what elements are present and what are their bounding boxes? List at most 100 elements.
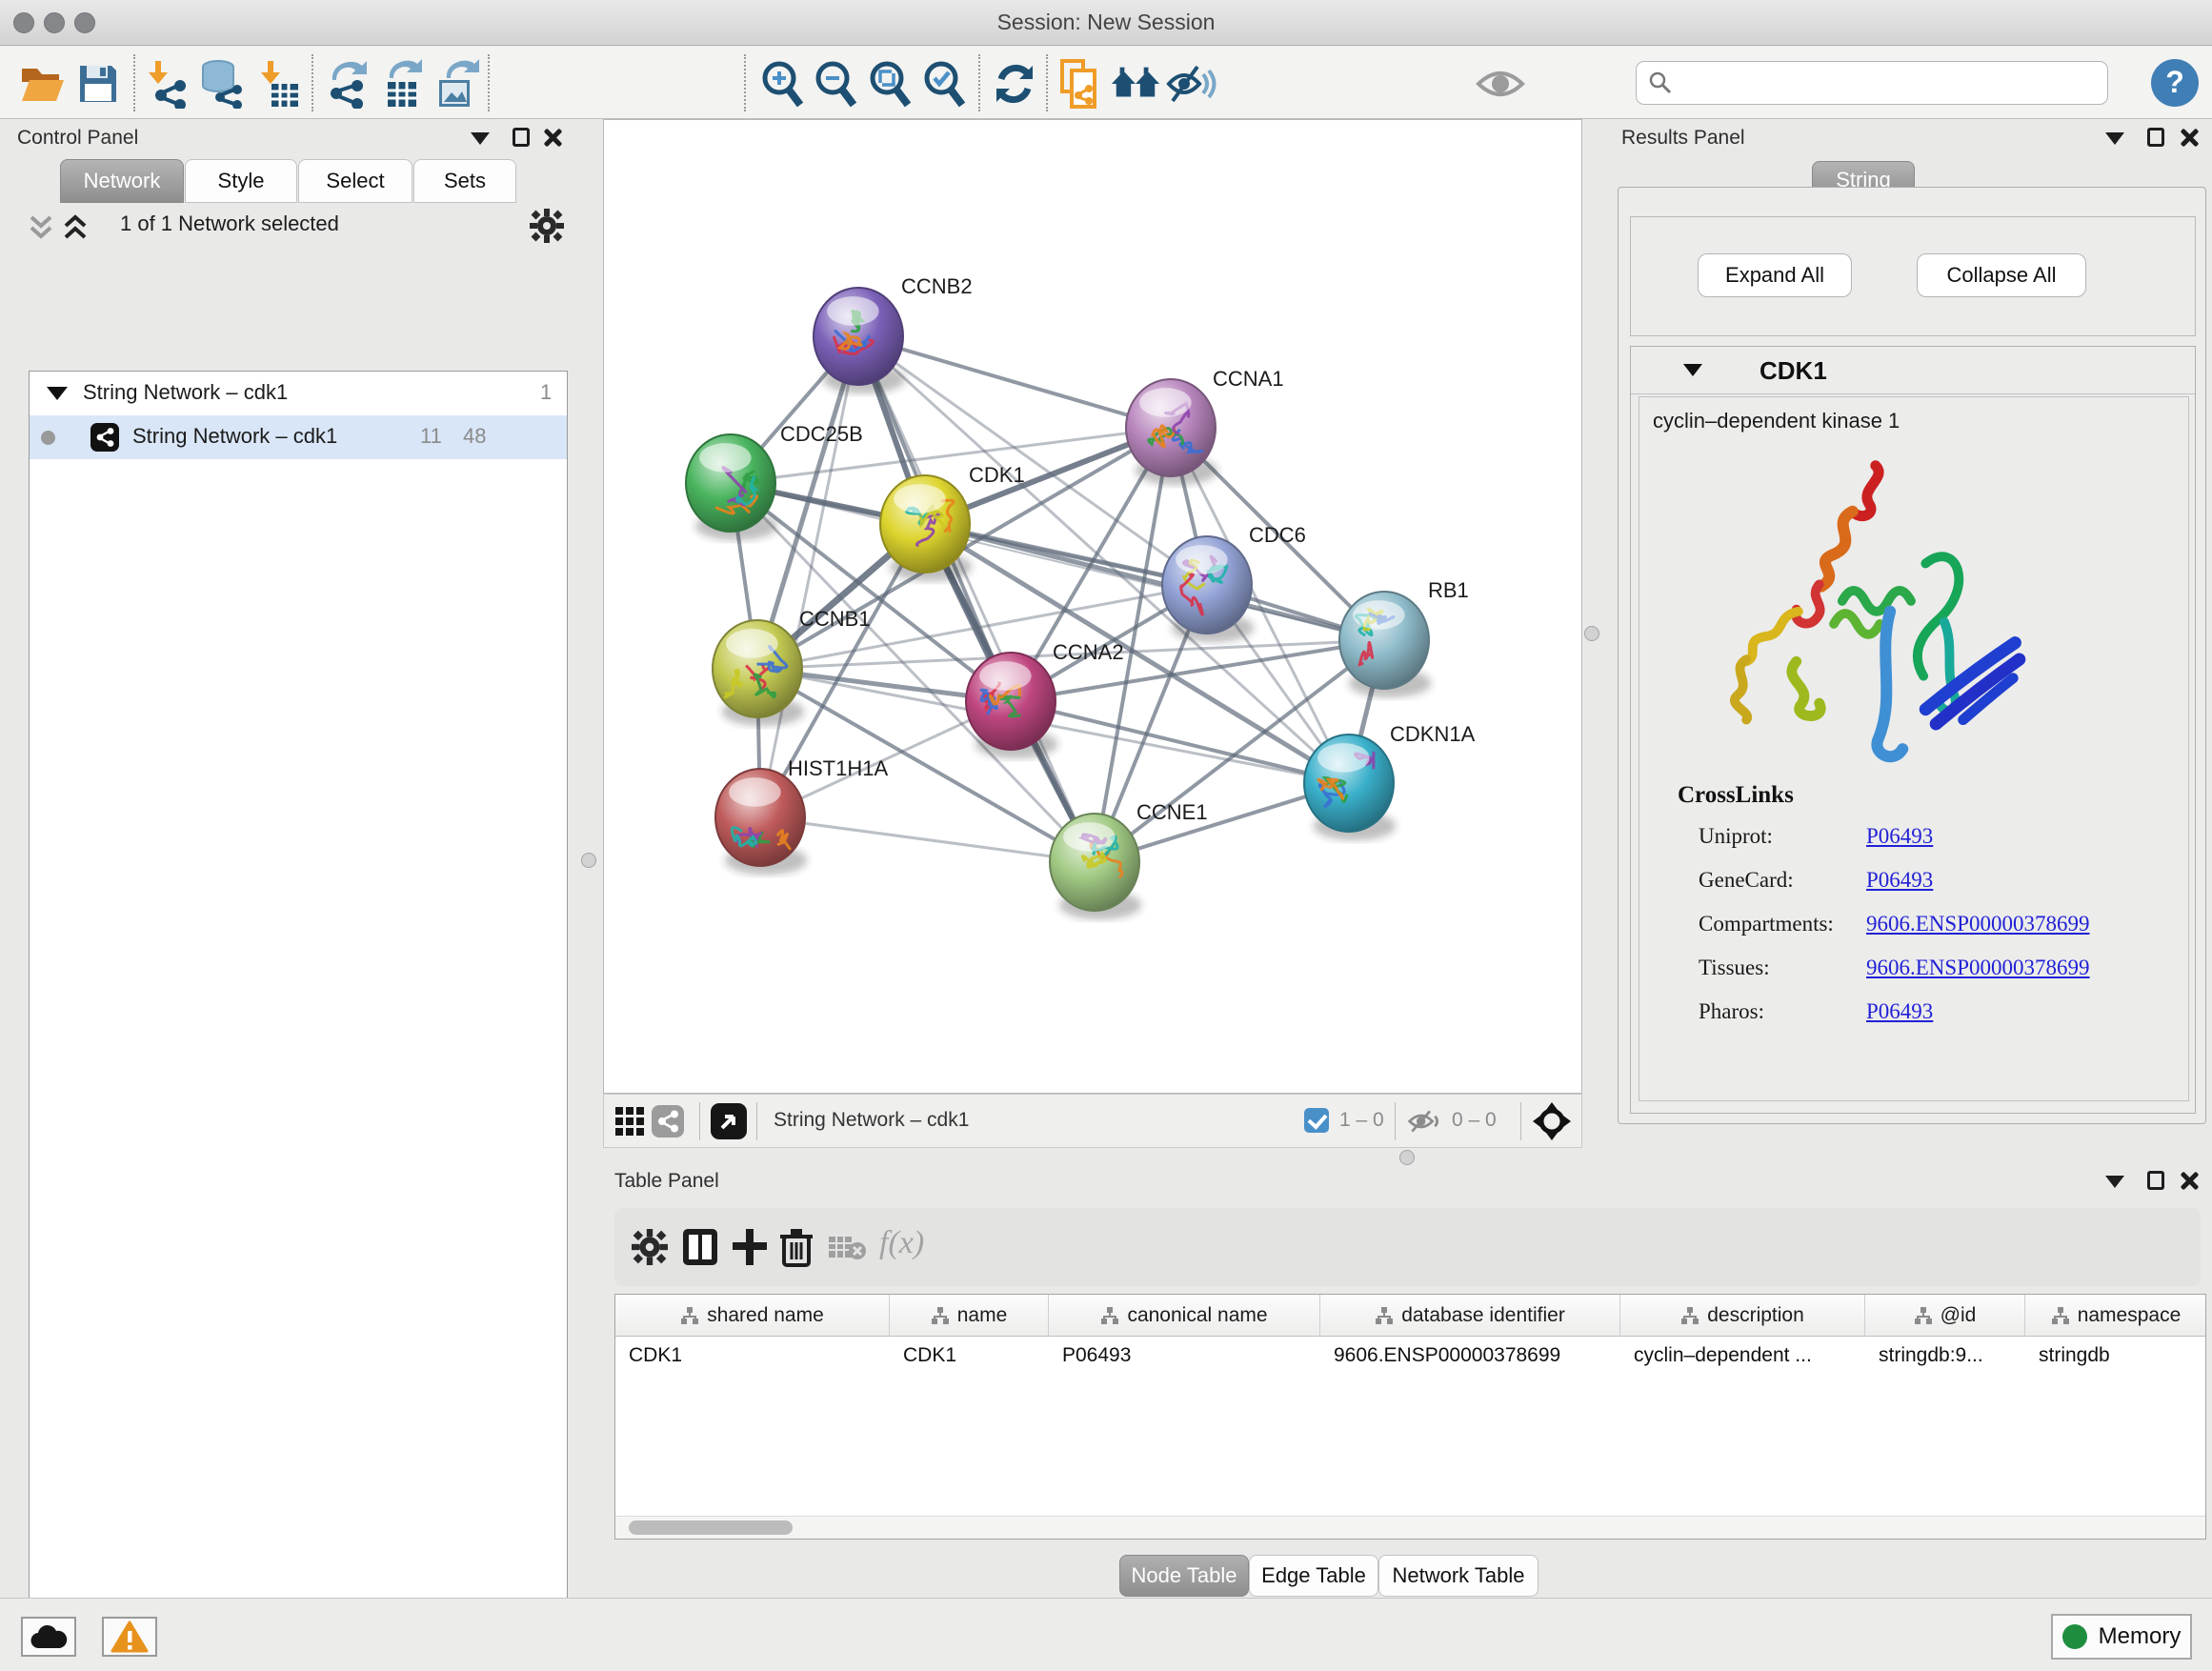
left-splitter-handle[interactable] [581,853,596,868]
zoom-in-icon[interactable] [757,58,809,110]
network-node-CCNA2[interactable] [966,653,1057,758]
crosslink-link[interactable]: 9606.ENSP00000378699 [1866,912,2090,936]
right-splitter-handle[interactable] [1584,626,1599,641]
crosslink-link[interactable]: P06493 [1866,824,1933,849]
float-panel-icon[interactable] [2105,1176,2124,1188]
add-column-icon[interactable] [731,1227,769,1267]
network-canvas[interactable]: CCNB2CCNA1CDC25BCDK1CDC6RB1CCNB1CCNA2CDK… [603,119,1582,1094]
tab-sets[interactable]: Sets [413,159,516,203]
table-cell[interactable]: 9606.ENSP00000378699 [1320,1338,1620,1378]
network-node-CDK1[interactable] [880,475,972,581]
grid-view-icon[interactable] [615,1107,644,1136]
collapse-all-icon[interactable] [29,213,53,242]
network-tree-row[interactable]: String Network – cdk1 11 48 [30,415,567,459]
select-columns-icon[interactable] [681,1227,719,1267]
table-cell[interactable]: cyclin–dependent ... [1620,1338,1865,1378]
search-input[interactable] [1636,61,2108,105]
column-header-shared-name[interactable]: shared name [615,1295,890,1337]
zoom-selected-icon[interactable] [919,58,971,110]
horizontal-splitter-handle[interactable] [1399,1150,1415,1165]
network-tree-root-row[interactable]: String Network – cdk1 1 [30,372,567,415]
network-view-icon[interactable] [652,1105,684,1137]
tab-network[interactable]: Network [60,159,184,203]
column-header-name[interactable]: name [890,1295,1049,1337]
close-panel-icon[interactable] [2180,1171,2199,1190]
zoom-out-icon[interactable] [811,58,862,110]
export-image-icon[interactable] [432,58,484,110]
results-buttons-box: Expand All Collapse All [1630,216,2196,336]
undock-panel-icon[interactable] [513,128,530,147]
float-panel-icon[interactable] [2105,132,2124,145]
network-node-CCNB1[interactable] [713,620,804,726]
node-gloss [979,661,1032,691]
help-button[interactable]: ? [2151,59,2199,107]
zoom-fit-icon[interactable] [865,58,916,110]
expand-all-button[interactable]: Expand All [1698,253,1852,297]
results-panel-title: Results Panel [1621,127,1745,150]
collapse-all-button[interactable]: Collapse All [1917,253,2086,297]
network-node-CCNA1[interactable] [1126,379,1217,485]
delete-column-trash-icon[interactable] [778,1227,814,1267]
home-networks-icon[interactable] [1110,58,1161,110]
table-cell[interactable]: P06493 [1049,1338,1320,1378]
table-cell[interactable]: CDK1 [890,1338,1049,1378]
gear-icon[interactable] [632,1229,668,1265]
table-horizontal-scrollbar[interactable] [615,1516,2205,1539]
network-node-CCNE1[interactable] [1050,814,1141,919]
network-edge [760,817,1095,862]
selected-nodes-checkbox[interactable] [1304,1108,1329,1133]
scrollbar-thumb[interactable] [629,1520,793,1535]
show-hide-graphics-icon[interactable] [1165,58,1217,110]
tree-expander-icon[interactable] [47,387,68,400]
network-node-CCNB2[interactable] [814,288,905,393]
copy-style-icon[interactable] [1056,58,1107,110]
crosslink-link[interactable]: 9606.ENSP00000378699 [1866,956,2090,980]
column-header-database-identifier[interactable]: database identifier [1320,1295,1620,1337]
crosslink-link[interactable]: P06493 [1866,868,1933,893]
column-header-canonical-name[interactable]: canonical name [1049,1295,1320,1337]
tab-style[interactable]: Style [185,159,297,203]
float-panel-icon[interactable] [471,132,490,145]
crosslink-link[interactable]: P06493 [1866,999,1933,1024]
gene-entry-header[interactable]: CDK1 [1631,347,2195,394]
refresh-view-icon[interactable] [989,58,1040,110]
memory-button[interactable]: Memory [2051,1614,2192,1660]
close-panel-icon[interactable] [2180,128,2199,147]
birds-eye-view-icon[interactable] [711,1103,747,1139]
node-table[interactable]: shared namenamecanonical namedatabase id… [614,1294,2206,1540]
open-session-icon[interactable] [17,58,69,110]
network-node-CDKN1A[interactable] [1304,735,1396,840]
import-table-file-icon[interactable] [251,58,303,110]
import-network-file-icon[interactable] [139,58,191,110]
network-node-HIST1H1A[interactable] [715,769,807,875]
tab-node-table[interactable]: Node Table [1119,1555,1249,1597]
column-header-namespace[interactable]: namespace [2025,1295,2206,1337]
column-header-description[interactable]: description [1620,1295,1865,1337]
table-cell[interactable]: stringdb:9... [1865,1338,2025,1378]
export-table-icon[interactable] [379,58,431,110]
table-cell[interactable]: CDK1 [615,1338,890,1378]
network-node-CDC6[interactable] [1162,536,1254,642]
export-network-icon[interactable] [322,58,373,110]
save-session-icon[interactable] [72,58,124,110]
undock-panel-icon[interactable] [2147,128,2164,147]
column-header--id[interactable]: @id [1865,1295,2025,1337]
expand-all-icon[interactable] [63,213,88,242]
close-panel-icon[interactable] [543,128,562,147]
cytoscape-window: Session: New Session [0,0,2212,1671]
gear-icon[interactable] [530,209,564,243]
tab-edge-table[interactable]: Edge Table [1249,1555,1378,1597]
import-network-database-icon[interactable] [196,58,248,110]
table-cell[interactable]: stringdb [2025,1338,2206,1378]
network-node-RB1[interactable] [1339,592,1431,697]
tab-network-table[interactable]: Network Table [1378,1555,1538,1597]
network-node-CDC25B[interactable] [686,434,777,540]
collapse-entry-icon[interactable] [1683,364,1702,376]
undock-panel-icon[interactable] [2147,1171,2164,1190]
footer-separator [756,1102,757,1140]
table-row[interactable]: CDK1CDK1P064939606.ENSP00000378699cyclin… [615,1338,2206,1378]
tab-select[interactable]: Select [298,159,412,203]
fit-selected-crosshair-icon[interactable] [1533,1102,1571,1140]
cloud-status-button[interactable] [21,1617,76,1657]
warning-status-button[interactable] [102,1617,157,1657]
